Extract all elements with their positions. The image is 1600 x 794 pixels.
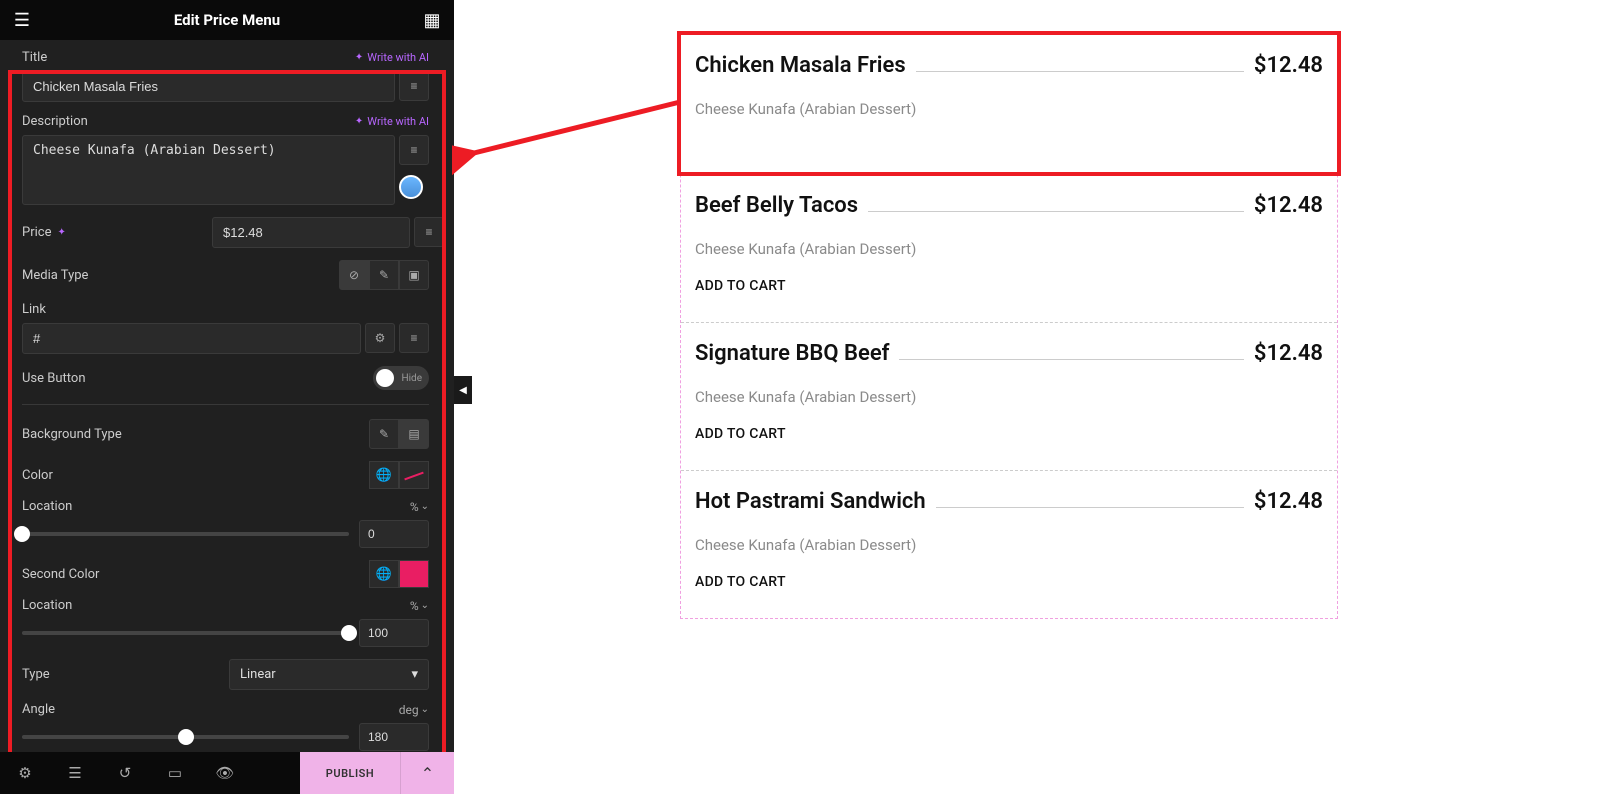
angle-value[interactable] bbox=[359, 723, 429, 751]
annotation-arrow bbox=[452, 60, 692, 180]
angle-label: Angle bbox=[22, 702, 55, 717]
description-input[interactable] bbox=[22, 135, 395, 205]
menu-item-selected[interactable]: Chicken Masala Fries $12.48 Cheese Kunaf… bbox=[677, 31, 1341, 176]
media-icon-icon[interactable]: ✎ bbox=[369, 260, 399, 290]
preview-canvas: Chicken Masala Fries $12.48 Cheese Kunaf… bbox=[680, 34, 1338, 619]
menu-item[interactable]: Beef Belly Tacos $12.48 Cheese Kunafa (A… bbox=[681, 175, 1337, 323]
color-global-icon[interactable]: 🌐 bbox=[369, 461, 399, 489]
menu-item-desc: Cheese Kunafa (Arabian Dessert) bbox=[695, 240, 1323, 258]
write-with-ai-title[interactable]: Write with AI bbox=[355, 51, 429, 64]
slider-thumb[interactable] bbox=[14, 526, 30, 542]
second-color-label: Second Color bbox=[22, 567, 99, 582]
add-to-cart-button[interactable]: ADD TO CART bbox=[695, 278, 1323, 294]
menu-item-divider bbox=[936, 507, 1244, 508]
sidebar-header: ☰ Edit Price Menu ▦ bbox=[0, 0, 454, 40]
menu-item-desc: Cheese Kunafa (Arabian Dessert) bbox=[695, 388, 1323, 406]
editor-sidebar: ☰ Edit Price Menu ▦ Title Write with AI … bbox=[0, 0, 454, 794]
location-value[interactable] bbox=[359, 520, 429, 548]
menu-item-price: $12.48 bbox=[1254, 489, 1323, 514]
sidebar-body: Title Write with AI ≡ Description Write … bbox=[0, 40, 454, 752]
toggle-knob bbox=[376, 369, 394, 387]
add-to-cart-button[interactable]: ADD TO CART bbox=[695, 574, 1323, 590]
price-input[interactable] bbox=[212, 217, 410, 248]
bg-solid-icon[interactable]: ✎ bbox=[369, 419, 399, 449]
title-db-icon[interactable]: ≡ bbox=[399, 71, 429, 101]
preview-icon[interactable]: 👁 bbox=[200, 752, 250, 794]
publish-button[interactable]: PUBLISH bbox=[300, 752, 400, 794]
menu-item-desc: Cheese Kunafa (Arabian Dessert) bbox=[695, 536, 1323, 554]
menu-item-title: Signature BBQ Beef bbox=[695, 341, 889, 366]
location2-value[interactable] bbox=[359, 619, 429, 647]
location-label: Location bbox=[22, 499, 72, 514]
location-unit[interactable]: % bbox=[410, 500, 429, 514]
menu-item-desc: Cheese Kunafa (Arabian Dessert) bbox=[695, 100, 1323, 118]
description-label: Description bbox=[22, 114, 88, 129]
history-icon[interactable]: ↺ bbox=[100, 752, 150, 794]
location2-slider[interactable] bbox=[22, 631, 349, 635]
menu-icon[interactable]: ☰ bbox=[10, 10, 34, 31]
menu-item[interactable]: Signature BBQ Beef $12.48 Cheese Kunafa … bbox=[681, 323, 1337, 471]
second-color-global-icon[interactable]: 🌐 bbox=[369, 560, 399, 588]
collapse-sidebar-tab[interactable]: ◀ bbox=[454, 376, 472, 404]
type-label: Type bbox=[22, 667, 50, 682]
angle-slider[interactable] bbox=[22, 735, 349, 739]
second-color-swatch[interactable] bbox=[399, 560, 429, 588]
toggle-state: Hide bbox=[401, 373, 422, 384]
menu-item-title: Chicken Masala Fries bbox=[695, 53, 906, 78]
menu-item-price: $12.48 bbox=[1254, 193, 1323, 218]
settings-icon[interactable]: ⚙ bbox=[0, 752, 50, 794]
use-button-label: Use Button bbox=[22, 371, 86, 386]
location2-label: Location bbox=[22, 598, 72, 613]
bg-gradient-icon[interactable]: ▤ bbox=[399, 419, 429, 449]
use-button-toggle[interactable]: Hide bbox=[373, 366, 429, 390]
slider-thumb[interactable] bbox=[178, 729, 194, 745]
price-db-icon[interactable]: ≡ bbox=[414, 217, 444, 247]
responsive-icon[interactable]: ▭ bbox=[150, 752, 200, 794]
chevron-down-icon: ▾ bbox=[411, 667, 418, 682]
menu-item-title: Hot Pastrami Sandwich bbox=[695, 489, 926, 514]
color-swatch-none[interactable] bbox=[399, 461, 429, 489]
menu-item-price: $12.48 bbox=[1254, 341, 1323, 366]
menu-item-divider bbox=[916, 71, 1244, 72]
add-to-cart-button[interactable]: ADD TO CART bbox=[695, 426, 1323, 442]
type-select-value: Linear bbox=[240, 667, 276, 682]
divider bbox=[22, 404, 429, 405]
sidebar-title: Edit Price Menu bbox=[34, 11, 420, 29]
color-label: Color bbox=[22, 468, 53, 483]
ai-assistant-icon[interactable] bbox=[399, 175, 423, 199]
menu-item-price: $12.48 bbox=[1254, 53, 1323, 78]
link-settings-icon[interactable]: ⚙ bbox=[365, 323, 395, 353]
location-slider[interactable] bbox=[22, 532, 349, 536]
price-label: Price bbox=[22, 225, 202, 240]
link-label: Link bbox=[22, 302, 46, 317]
write-with-ai-desc[interactable]: Write with AI bbox=[355, 115, 429, 128]
link-input[interactable] bbox=[22, 323, 361, 354]
menu-item-title: Beef Belly Tacos bbox=[695, 193, 858, 218]
price-menu-widget[interactable]: Chicken Masala Fries $12.48 Cheese Kunaf… bbox=[680, 34, 1338, 619]
menu-item[interactable]: Hot Pastrami Sandwich $12.48 Cheese Kuna… bbox=[681, 471, 1337, 618]
menu-item-divider bbox=[899, 359, 1243, 360]
title-label: Title bbox=[22, 50, 47, 65]
media-none-icon[interactable]: ⊘ bbox=[339, 260, 369, 290]
title-input[interactable] bbox=[22, 71, 395, 102]
sidebar-footer: ⚙ ☰ ↺ ▭ 👁 PUBLISH ⌃ bbox=[0, 752, 454, 794]
grid-icon[interactable]: ▦ bbox=[420, 10, 444, 31]
angle-unit[interactable]: deg bbox=[399, 703, 429, 717]
media-type-label: Media Type bbox=[22, 268, 88, 283]
slider-thumb[interactable] bbox=[341, 625, 357, 641]
media-image-icon[interactable]: ▣ bbox=[399, 260, 429, 290]
location2-unit[interactable]: % bbox=[410, 599, 429, 613]
link-db-icon[interactable]: ≡ bbox=[399, 323, 429, 353]
publish-dropdown-icon[interactable]: ⌃ bbox=[400, 752, 454, 794]
menu-item-divider bbox=[868, 211, 1244, 212]
layers-icon[interactable]: ☰ bbox=[50, 752, 100, 794]
desc-db-icon[interactable]: ≡ bbox=[399, 135, 429, 165]
type-select[interactable]: Linear ▾ bbox=[229, 659, 429, 690]
bg-type-label: Background Type bbox=[22, 427, 122, 442]
